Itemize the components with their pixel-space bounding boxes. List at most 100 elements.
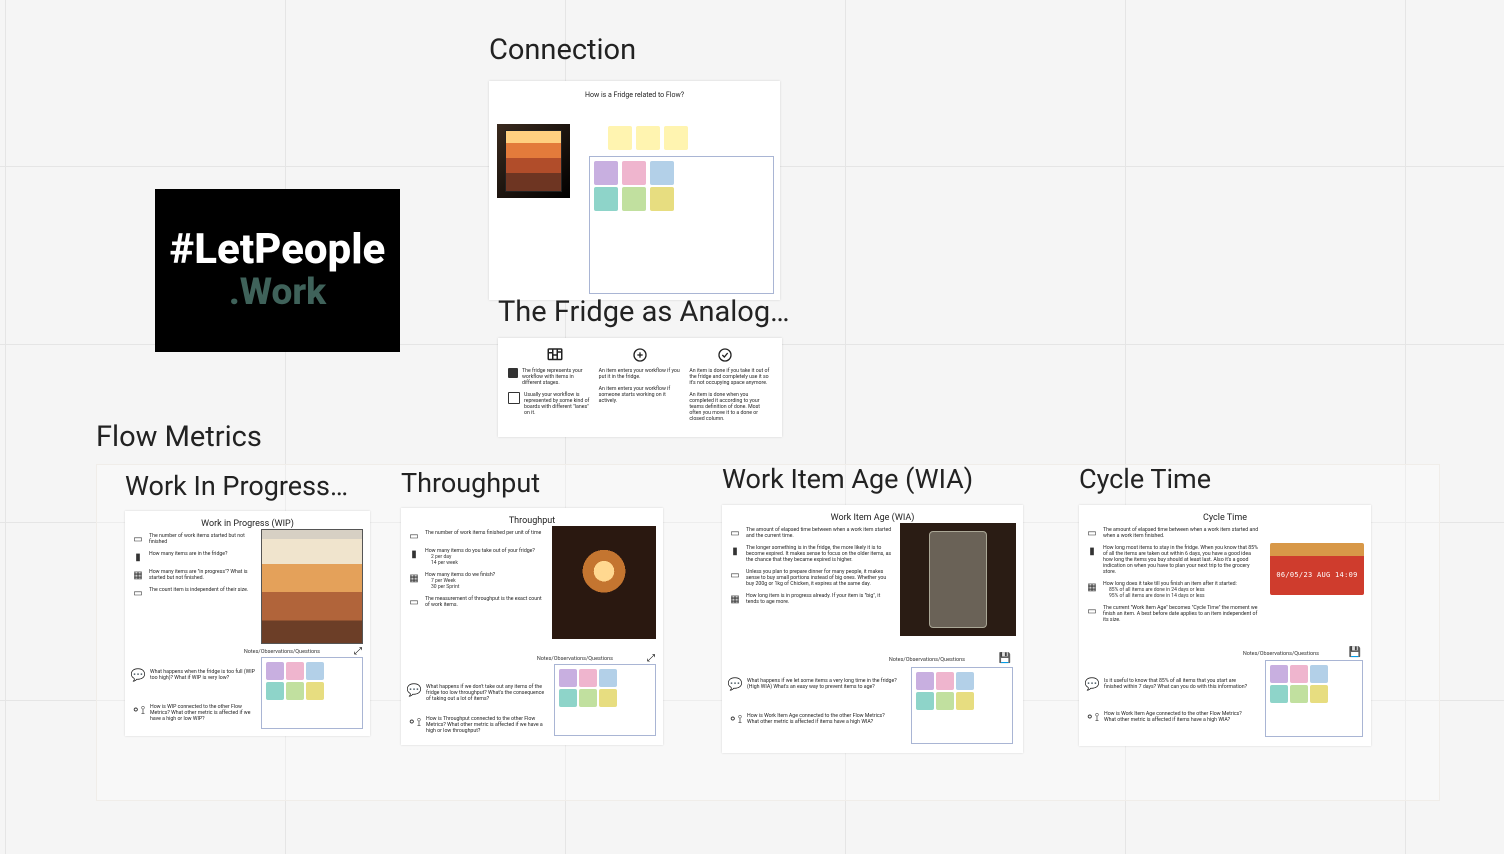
ct-stamp: 06/05/23 AUG 14:09	[1270, 543, 1364, 579]
sticky-note[interactable]	[622, 161, 646, 185]
ct-notes-box[interactable]	[1265, 660, 1363, 737]
wia-q1: What happens if we let some items a very…	[747, 678, 897, 690]
tp-b3s: 7 per Week 30 per Sprint	[425, 578, 495, 590]
sticky-note[interactable]	[956, 692, 974, 710]
sticky-grid-row	[594, 161, 674, 185]
fridge-mini-icon	[508, 368, 518, 378]
ct-image: 06/05/23 AUG 14:09	[1270, 543, 1364, 595]
section-title-analogy[interactable]: The Fridge as Analog…	[498, 295, 790, 329]
sticky-note[interactable]	[286, 662, 304, 680]
tp-b1: The number of work items finished per un…	[425, 530, 541, 536]
frame-cycle-time[interactable]: Cycle Time 06/05/23 AUG 14:09 ▭The amoun…	[1079, 505, 1371, 746]
sticky-note[interactable]	[599, 669, 617, 687]
tp-q1: What happens if we don't take out any it…	[426, 684, 546, 702]
sticky-note[interactable]	[664, 126, 688, 150]
sticky-note[interactable]	[594, 161, 618, 185]
notes-label: Notes/Observations/Questions	[1243, 651, 1319, 657]
notes-box[interactable]	[589, 156, 774, 294]
share-icon: ⚬⟟	[729, 713, 741, 725]
frame-wia[interactable]: Work Item Age (WIA) ▭The amount of elaps…	[722, 505, 1023, 753]
chat-icon: 💬	[408, 684, 420, 696]
sticky-note[interactable]	[559, 669, 577, 687]
wia-title: Work Item Age (WIA)	[722, 505, 1023, 523]
frame-connection[interactable]: How is a Fridge related to Flow?	[489, 81, 780, 300]
sticky-note[interactable]	[608, 126, 632, 150]
wia-q1-row: 💬What happens if we let some items a ver…	[729, 678, 897, 690]
whiteboard-canvas[interactable]: #LetPeople .Work Connection How is a Fri…	[0, 0, 1504, 854]
sticky-note[interactable]	[1310, 685, 1328, 703]
note-icon: ▭	[132, 587, 144, 599]
tp-b4: The measurement of throughput is the exa…	[425, 596, 543, 608]
tp-bullets: ▭ The number of work items finished per u…	[408, 530, 543, 608]
wip-q1: What happens when the fridge is too full…	[150, 669, 255, 681]
tp-notes-box[interactable]	[554, 664, 656, 736]
analogy-text: An item enters your workflow if someone …	[599, 386, 682, 404]
sticky-note[interactable]	[559, 689, 577, 707]
tp-image	[552, 526, 656, 639]
fridge-icon: ▮	[729, 545, 741, 557]
frame-analogy[interactable]: The fridge represents your workflow with…	[498, 338, 782, 437]
sticky-note[interactable]	[594, 187, 618, 211]
wip-image	[261, 529, 363, 644]
sticky-note[interactable]	[650, 161, 674, 185]
wip-b4: The count item is independent of their s…	[149, 587, 248, 593]
sticky-note[interactable]	[636, 126, 660, 150]
list-icon: ▭	[729, 527, 741, 539]
sticky-note[interactable]	[599, 689, 617, 707]
connection-header: How is a Fridge related to Flow?	[489, 81, 780, 99]
sticky-grid	[1270, 665, 1328, 703]
save-icon[interactable]: 💾	[1349, 647, 1361, 658]
sticky-note[interactable]	[650, 187, 674, 211]
ct-b2: How long most items to stay in the fridg…	[1103, 545, 1261, 575]
sticky-note[interactable]	[1270, 665, 1288, 683]
frame-throughput[interactable]: Throughput ▭The number of work items fin…	[401, 508, 663, 745]
sticky-note[interactable]	[936, 672, 954, 690]
ct-q1-row: 💬 Is it useful to know that 85% of all it…	[1086, 678, 1254, 690]
wia-q2-row: ⚬⟟How is Work Item Age connected to the …	[729, 713, 897, 725]
sticky-note[interactable]	[916, 672, 934, 690]
sticky-note[interactable]	[306, 682, 324, 700]
note-icon: ▭	[408, 596, 420, 608]
analogy-text: An item is done if you take it out of th…	[689, 368, 772, 386]
section-title-flow-metrics[interactable]: Flow Metrics	[96, 420, 262, 454]
heading-wip[interactable]: Work In Progress…	[125, 470, 348, 502]
sticky-note[interactable]	[266, 662, 284, 680]
share-icon: ⚬⟟	[1086, 711, 1098, 723]
sticky-note[interactable]	[306, 662, 324, 680]
sticky-note[interactable]	[1290, 665, 1308, 683]
sticky-note[interactable]	[1310, 665, 1328, 683]
wip-q2: How is WIP connected to the other Flow M…	[150, 704, 255, 722]
sticky-note[interactable]	[286, 682, 304, 700]
frame-wip[interactable]: Work in Progress (WIP) ▭The number of wo…	[125, 511, 370, 736]
notes-label: Notes/Observations/Questions	[244, 649, 320, 655]
expand-icon[interactable]: ⤢	[647, 653, 655, 664]
sticky-row-yellow	[608, 126, 688, 150]
save-icon[interactable]: 💾	[999, 653, 1011, 664]
sticky-note[interactable]	[266, 682, 284, 700]
wia-notes-box[interactable]	[911, 667, 1013, 744]
sticky-note[interactable]	[622, 187, 646, 211]
expand-icon[interactable]: ⤢	[354, 646, 362, 657]
note-icon: ▭	[1086, 605, 1098, 617]
sticky-note[interactable]	[1270, 685, 1288, 703]
sticky-grid	[266, 662, 324, 700]
chat-icon: 💬	[1086, 678, 1098, 690]
note-icon: ▭	[729, 569, 741, 581]
sticky-note[interactable]	[579, 689, 597, 707]
board-icon: ▦	[729, 593, 741, 605]
wip-notes-box[interactable]	[261, 657, 363, 729]
heading-wia[interactable]: Work Item Age (WIA)	[722, 463, 973, 495]
sticky-note[interactable]	[936, 692, 954, 710]
sticky-note[interactable]	[956, 672, 974, 690]
ct-q1: Is it useful to know that 85% of all ite…	[1104, 678, 1254, 690]
section-title-connection[interactable]: Connection	[489, 33, 636, 67]
tp-q2-row: ⚬⟟How is Throughput connected to the oth…	[408, 716, 546, 734]
heading-throughput[interactable]: Throughput	[401, 467, 540, 499]
fridge-icon: ▮	[1086, 545, 1098, 557]
sticky-note[interactable]	[1290, 685, 1308, 703]
sticky-note[interactable]	[579, 669, 597, 687]
heading-cycle-time[interactable]: Cycle Time	[1079, 463, 1211, 495]
analogy-text: Usually your workflow is represented by …	[524, 392, 591, 416]
ct-b4: The current "Work Item Age" becomes "Cyc…	[1103, 605, 1261, 623]
sticky-note[interactable]	[916, 692, 934, 710]
